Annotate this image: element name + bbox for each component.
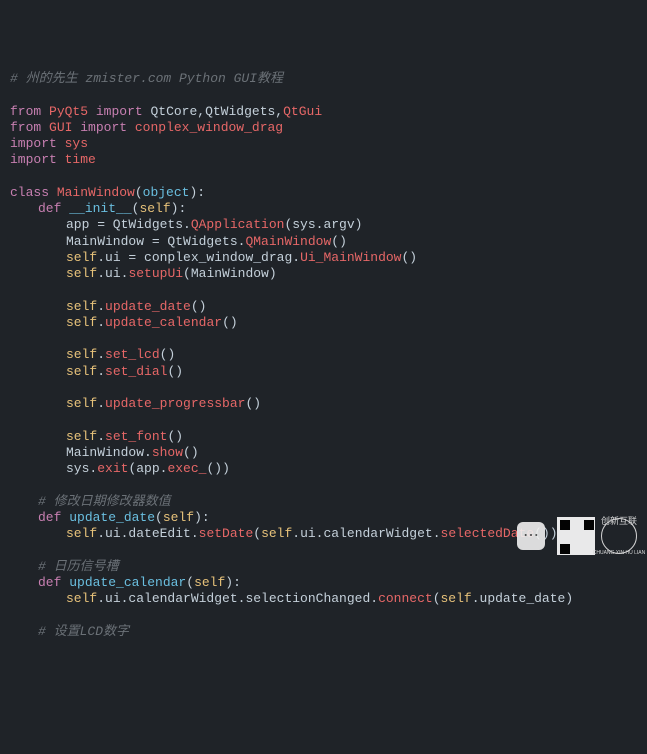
code-line: import sys <box>10 136 637 152</box>
code-line <box>66 282 637 298</box>
code-line: from PyQt5 import QtCore,QtWidgets,QtGui <box>10 104 637 120</box>
qr-code-icon <box>557 517 595 555</box>
code-line: import time <box>10 152 637 168</box>
code-line: self.ui.setupUi(MainWindow) <box>66 266 637 282</box>
wechat-icon: ⋯ <box>517 522 545 550</box>
code-line: MainWindow = QtWidgets.QMainWindow() <box>66 234 637 250</box>
code-line <box>10 477 637 493</box>
code-line: self.set_dial() <box>66 364 637 380</box>
code-line: app = QtWidgets.QApplication(sys.argv) <box>66 217 637 233</box>
code-line: def update_calendar(self): <box>38 575 637 591</box>
code-line: class MainWindow(object): <box>10 185 637 201</box>
code-line: self.update_progressbar() <box>66 396 637 412</box>
code-line: def __init__(self): <box>38 201 637 217</box>
code-line: self.set_font() <box>66 429 637 445</box>
code-line <box>10 87 637 103</box>
code-line: # 设置LCD数字 <box>38 624 637 640</box>
code-line: MainWindow.show() <box>66 445 637 461</box>
stamp-icon: 创新互联 CHUANG XIN HU LIAN <box>601 518 637 554</box>
code-line <box>66 380 637 396</box>
code-line: # 州的先生 zmister.com Python GUI教程 <box>10 71 637 87</box>
code-line: # 修改日期修改器数值 <box>38 494 637 510</box>
code-line <box>66 331 637 347</box>
code-line: self.ui.calendarWidget.selectionChanged.… <box>66 591 637 607</box>
code-line: self.update_calendar() <box>66 315 637 331</box>
code-line <box>66 412 637 428</box>
code-line: self.ui = conplex_window_drag.Ui_MainWin… <box>66 250 637 266</box>
code-line: self.update_date() <box>66 299 637 315</box>
watermark-sub: CHUANG XIN HU LIAN <box>593 550 646 556</box>
code-line: self.set_lcd() <box>66 347 637 363</box>
watermark-brand: 创新互联 <box>593 516 646 527</box>
code-line: # 日历信号槽 <box>38 559 637 575</box>
code-line <box>10 169 637 185</box>
watermark: ⋯ 创新互联 CHUANG XIN HU LIAN <box>517 517 637 555</box>
code-line: sys.exit(app.exec_()) <box>66 461 637 477</box>
code-line <box>10 607 637 623</box>
code-line: from GUI import conplex_window_drag <box>10 120 637 136</box>
